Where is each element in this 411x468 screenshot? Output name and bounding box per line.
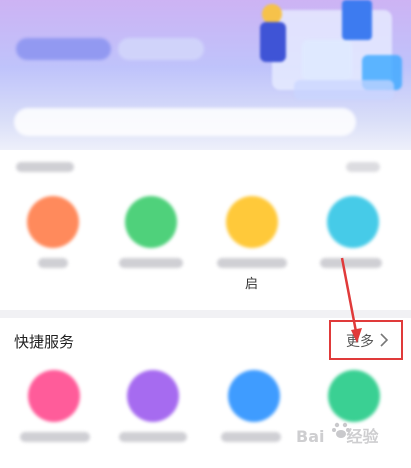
top-banner[interactable] bbox=[0, 0, 411, 150]
section-divider bbox=[0, 310, 411, 318]
banner-blurred-title bbox=[16, 38, 111, 60]
section-title-blurred bbox=[16, 162, 74, 172]
paw-icon bbox=[332, 422, 350, 438]
chevron-right-icon[interactable] bbox=[378, 332, 390, 348]
app-icon-orange[interactable] bbox=[27, 196, 79, 248]
quick-services-title: 快捷服务 bbox=[14, 333, 75, 351]
app-label-blurred bbox=[119, 432, 187, 442]
app-label-blurred bbox=[38, 258, 68, 268]
app-icon-cyan[interactable] bbox=[327, 196, 379, 248]
app-icon-pink[interactable] bbox=[28, 370, 80, 422]
search-bar[interactable] bbox=[14, 108, 356, 136]
app-icon-blue[interactable] bbox=[228, 370, 280, 422]
app-icon-teal[interactable] bbox=[328, 370, 380, 422]
app-label-blurred bbox=[119, 258, 183, 268]
app-icon-green[interactable] bbox=[125, 196, 177, 248]
banner-blurred-button[interactable] bbox=[118, 38, 204, 60]
app-label-blurred bbox=[217, 258, 287, 268]
more-button[interactable]: 更多 bbox=[346, 331, 374, 351]
app-label-blurred bbox=[20, 432, 90, 442]
app-label-partial: 启 bbox=[245, 277, 259, 292]
app-label-blurred bbox=[221, 432, 281, 442]
app-label-blurred bbox=[320, 258, 382, 268]
app-icon-purple[interactable] bbox=[127, 370, 179, 422]
app-icon-yellow[interactable] bbox=[226, 196, 278, 248]
banner-illustration bbox=[260, 0, 402, 100]
section-more-blurred[interactable] bbox=[346, 162, 380, 172]
